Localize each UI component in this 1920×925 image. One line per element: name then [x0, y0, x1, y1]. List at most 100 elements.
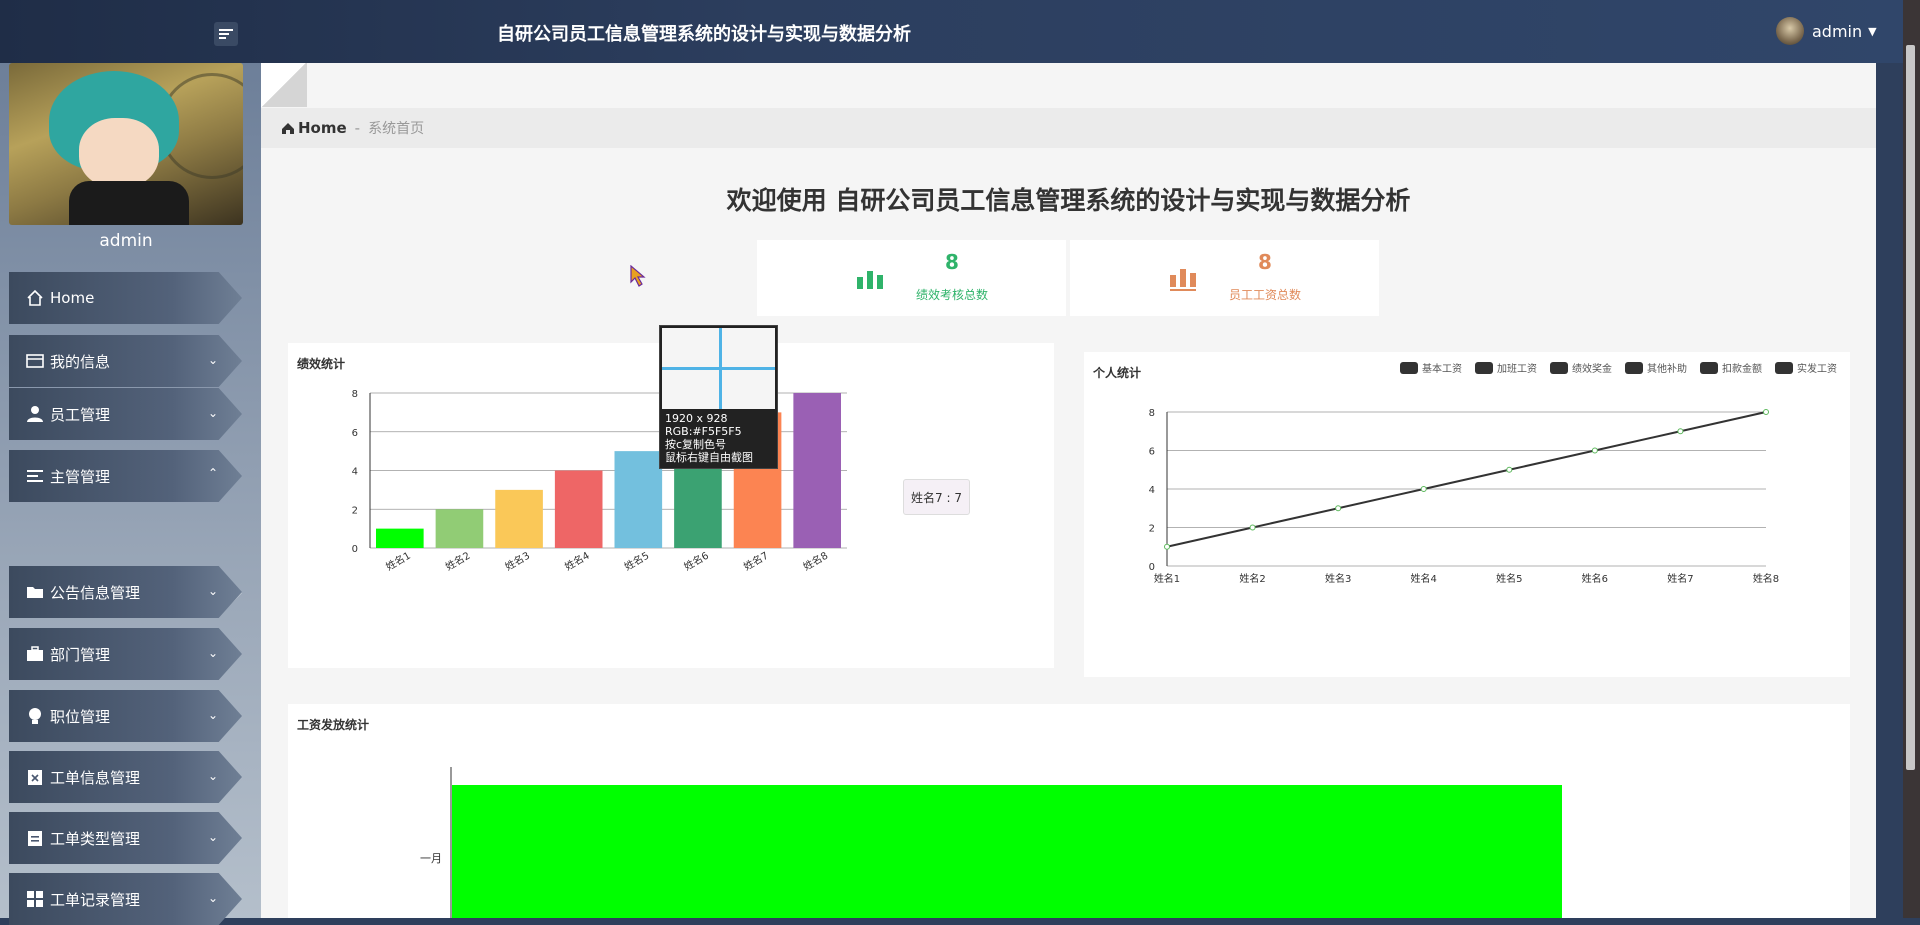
stat-value: 8 [1258, 250, 1272, 274]
sidebar-item-departments[interactable]: 部门管理 ⌄ [9, 628, 242, 680]
breadcrumb-home-label: Home [298, 119, 347, 137]
stat-label: 绩效考核总数 [915, 288, 988, 302]
legend-label: 加班工资 [1497, 363, 1537, 375]
x-tick-label: 姓名3 [503, 549, 532, 573]
legend-label: 绩效奖金 [1572, 362, 1612, 375]
magnifier-view [662, 328, 775, 409]
bar [793, 393, 841, 548]
breadcrumb-separator: - [354, 119, 361, 137]
user-icon [26, 405, 44, 423]
sidebar-item-label: 工单记录管理 [50, 890, 141, 909]
legend-label: 实发工资 [1797, 362, 1837, 375]
salary-bar-chart: 一月 [420, 767, 1562, 918]
clipboard-x-icon [26, 768, 44, 786]
app-title: 自研公司员工信息管理系统的设计与实现与数据分析 [497, 24, 911, 45]
sidebar-item-work-orders[interactable]: 工单信息管理 ⌄ [9, 751, 242, 803]
bulb-icon [26, 707, 44, 725]
legend-swatch [1550, 362, 1568, 374]
y-tick-label: 0 [1149, 562, 1155, 573]
y-tick-label: 一月 [420, 852, 442, 865]
y-tick-label: 4 [1149, 485, 1155, 496]
personal-chart-panel: 个人统计 0 2 4 6 8 姓名1 姓名2 姓名3 姓名4 姓名5 姓名6 姓名7 姓名8 基本工资 加班… [1084, 352, 1850, 677]
x-tick-label: 姓名7 [1667, 572, 1693, 585]
bar [376, 528, 424, 548]
breadcrumb-current: 系统首页 [368, 121, 425, 137]
profile-image [9, 63, 243, 225]
sidebar-item-label: 工单类型管理 [50, 829, 141, 848]
legend-swatch [1400, 362, 1418, 374]
x-tick-label: 姓名8 [1753, 572, 1779, 585]
data-point [1164, 543, 1170, 550]
folder-icon [26, 583, 44, 601]
sidebar-item-label: 公告信息管理 [50, 583, 141, 602]
picker-size: 1920 x 928 [665, 412, 728, 425]
picker-hint-copy: 按c复制色号 [665, 438, 727, 451]
x-tick-label: 姓名8 [801, 549, 830, 573]
data-point [1335, 505, 1342, 512]
sidebar-item-label: 员工管理 [50, 405, 111, 424]
legend-swatch [1700, 362, 1718, 374]
y-tick-label: 6 [352, 428, 358, 439]
list-icon [26, 467, 44, 485]
home-icon [282, 122, 294, 134]
caret-down-icon: ▼ [1868, 24, 1877, 38]
data-point [1763, 409, 1769, 415]
x-tick-label: 姓名1 [383, 549, 412, 573]
bar [495, 489, 543, 548]
y-tick-label: 2 [1149, 524, 1155, 535]
y-tick-label: 6 [1149, 447, 1155, 458]
x-tick-label: 姓名5 [622, 549, 651, 573]
sidebar-item-work-order-types[interactable]: 工单类型管理 ⌄ [9, 812, 242, 864]
picker-info: 1920 x 928 RGB:#F5F5F5 按c复制色号 鼠标右键自由截图 [665, 412, 753, 464]
sidebar-item-supervisors[interactable]: 主管管理 ⌃ [9, 450, 242, 502]
chevron-down-icon: ⌄ [208, 708, 219, 722]
sidebar-item-home[interactable]: Home [9, 272, 242, 324]
x-tick-label: 姓名6 [1582, 572, 1608, 585]
sidebar-item-my-info[interactable]: 我的信息 ⌄ [9, 335, 242, 387]
stat-value: 8 [945, 250, 959, 274]
username: admin [1812, 21, 1863, 41]
sidebar-item-employees[interactable]: 员工管理 ⌄ [9, 388, 242, 440]
chevron-down-icon: ⌄ [208, 406, 219, 420]
top-bar: 自研公司员工信息管理系统的设计与实现与数据分析 admin ▼ [0, 0, 1920, 63]
salary-chart-panel: 工资发放统计 一月 [288, 704, 1850, 918]
page-title: 欢迎使用 自研公司员工信息管理系统的设计与实现与数据分析 [726, 186, 1411, 215]
tab-strip [261, 63, 1876, 108]
legend-swatch [1625, 362, 1643, 374]
data-point [1677, 428, 1684, 435]
main-content: Home - 系统首页 欢迎使用 自研公司员工信息管理系统的设计与实现与数据分析… [261, 63, 1876, 918]
chevron-down-icon: ⌄ [208, 830, 219, 844]
bar-chart-icon [857, 271, 883, 289]
x-tick-label: 姓名7 [741, 549, 770, 573]
x-tick-label: 姓名2 [443, 549, 472, 573]
legend-label: 基本工资 [1422, 362, 1462, 375]
sidebar-item-announcements[interactable]: 公告信息管理 ⌄ [9, 566, 242, 618]
sidebar-item-label: Home [50, 289, 95, 307]
legend-swatch [1775, 362, 1793, 374]
legend-label: 扣款金额 [1722, 362, 1762, 375]
x-tick-label: 姓名3 [1325, 572, 1351, 585]
data-point [1420, 486, 1427, 492]
breadcrumb-home[interactable]: Home [281, 119, 347, 137]
data-point [1506, 466, 1513, 473]
sidebar-item-label: 职位管理 [50, 707, 111, 726]
sidebar-item-work-order-records[interactable]: 工单记录管理 ⌄ [9, 873, 242, 925]
stat-card-performance: 8 绩效考核总数 [757, 240, 1066, 316]
scrollbar-thumb[interactable] [1906, 45, 1915, 770]
chevron-down-icon: ⌄ [208, 769, 219, 783]
clipboard-icon [26, 829, 44, 847]
chevron-up-icon: ⌃ [208, 466, 219, 480]
legend-label: 其他补助 [1647, 362, 1687, 375]
user-menu[interactable]: admin ▼ [1776, 17, 1877, 45]
chevron-down-icon: ⌄ [208, 891, 219, 905]
x-tick-label: 姓名4 [1411, 572, 1437, 585]
menu-toggle-button[interactable] [214, 22, 238, 46]
stat-card-salary: 8 员工工资总数 [1070, 240, 1379, 316]
bar [614, 451, 663, 548]
bar [435, 509, 484, 548]
breadcrumb: Home - 系统首页 [261, 108, 1876, 148]
x-tick-label: 姓名4 [562, 549, 591, 573]
sidebar-item-positions[interactable]: 职位管理 ⌄ [9, 690, 242, 742]
x-tick-label: 姓名2 [1239, 572, 1265, 585]
y-tick-label: 0 [352, 544, 358, 555]
